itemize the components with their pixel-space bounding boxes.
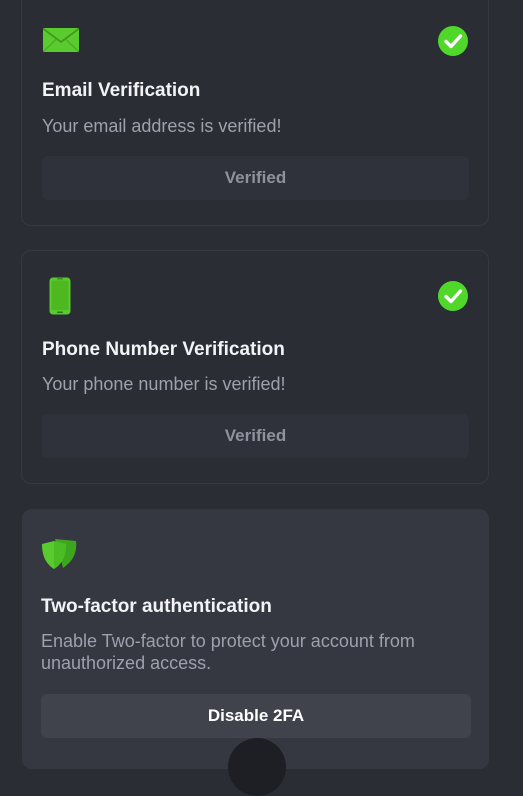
floating-action-button[interactable] — [228, 738, 286, 796]
two-factor-description: Enable Two-factor to protect your accoun… — [41, 631, 415, 673]
check-circle-icon — [438, 26, 468, 56]
email-verification-description: Your email address is verified! — [42, 116, 282, 136]
check-circle-icon — [438, 281, 468, 311]
phone-verification-description: Your phone number is verified! — [42, 374, 286, 394]
shield-icon — [42, 539, 77, 569]
email-verification-title: Email Verification — [42, 80, 201, 101]
email-verification-card: Email Verification Your email address is… — [21, 0, 489, 226]
phone-verification-title: Phone Number Verification — [42, 339, 285, 360]
phone-verification-card: Phone Number Verification Your phone num… — [21, 250, 489, 484]
two-factor-title: Two-factor authentication — [41, 596, 272, 617]
disable-2fa-button[interactable]: Disable 2FA — [41, 694, 471, 738]
smartphone-icon — [49, 277, 71, 315]
envelope-icon — [43, 28, 79, 52]
email-verified-button[interactable]: Verified — [42, 156, 469, 200]
two-factor-card: Two-factor authentication Enable Two-fac… — [22, 509, 489, 769]
phone-verified-button[interactable]: Verified — [42, 414, 469, 458]
